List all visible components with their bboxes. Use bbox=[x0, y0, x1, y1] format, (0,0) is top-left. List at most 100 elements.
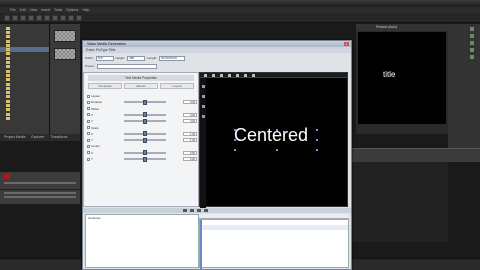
tab-explorer[interactable]: Explorer bbox=[31, 134, 44, 141]
pan-slider[interactable] bbox=[4, 196, 76, 198]
cut-icon[interactable] bbox=[44, 14, 50, 21]
tab-layout[interactable]: Layout bbox=[160, 83, 194, 89]
title-text-object[interactable]: Centered bbox=[234, 125, 308, 146]
prev-keyframe-icon[interactable] bbox=[190, 209, 194, 212]
title-editor-canvas[interactable]: Centered bbox=[199, 72, 348, 208]
tab-effects[interactable]: Effects bbox=[124, 83, 158, 89]
animate-checkbox[interactable] bbox=[87, 100, 90, 104]
tab-project-media[interactable]: Project Media bbox=[4, 134, 25, 141]
properties-icon[interactable] bbox=[28, 14, 34, 21]
audio-track-header[interactable] bbox=[0, 190, 80, 204]
tool-icon[interactable] bbox=[470, 27, 474, 31]
selection-handle[interactable] bbox=[276, 149, 278, 151]
tool-icon[interactable] bbox=[470, 48, 474, 52]
last-keyframe-icon[interactable] bbox=[204, 209, 208, 212]
animate-checkbox[interactable] bbox=[87, 126, 90, 129]
parameter-value[interactable]: 1.00 bbox=[183, 131, 197, 136]
keyframe-lane[interactable] bbox=[200, 225, 348, 230]
length-field[interactable]: 00:00:05;00 bbox=[159, 55, 186, 61]
selection-handle[interactable] bbox=[234, 139, 236, 141]
parameter-slider[interactable] bbox=[124, 112, 166, 118]
animate-checkbox[interactable] bbox=[87, 119, 90, 123]
zoom-icon[interactable] bbox=[228, 73, 231, 77]
animate-checkbox[interactable] bbox=[87, 107, 90, 111]
animate-checkbox[interactable] bbox=[87, 157, 90, 161]
folder-icon bbox=[6, 116, 10, 120]
next-keyframe-icon[interactable] bbox=[197, 209, 201, 212]
save-icon[interactable] bbox=[20, 14, 26, 21]
parameter-label: Center bbox=[91, 144, 101, 149]
preset-thumbnail[interactable] bbox=[54, 48, 76, 60]
close-button[interactable]: x bbox=[344, 42, 349, 46]
scale-icon[interactable] bbox=[201, 115, 205, 118]
parameter-slider[interactable] bbox=[124, 156, 166, 162]
safe-area-icon[interactable] bbox=[252, 73, 255, 77]
animate-checkbox[interactable] bbox=[87, 138, 90, 142]
timeline-ruler[interactable] bbox=[352, 148, 480, 162]
video-track-header[interactable] bbox=[0, 172, 80, 190]
width-field[interactable]: 720 bbox=[95, 55, 114, 61]
parameter-value[interactable]: 0.00 bbox=[183, 100, 197, 105]
copy-icon[interactable] bbox=[52, 14, 58, 21]
move-icon[interactable] bbox=[201, 95, 205, 98]
select-icon[interactable] bbox=[201, 85, 205, 88]
animate-checkbox[interactable] bbox=[87, 113, 90, 117]
new-icon[interactable] bbox=[4, 14, 10, 21]
volume-slider[interactable] bbox=[4, 192, 76, 194]
play-icon[interactable] bbox=[204, 73, 207, 77]
tool-icon[interactable] bbox=[470, 55, 474, 59]
grid-icon[interactable] bbox=[236, 73, 239, 77]
tool-icon[interactable] bbox=[470, 34, 474, 38]
timeline-tracks[interactable] bbox=[352, 162, 448, 242]
slider-knob[interactable] bbox=[143, 131, 147, 137]
preset-thumbnail[interactable] bbox=[54, 30, 76, 42]
parameter-slider[interactable] bbox=[124, 131, 166, 137]
parameter-value[interactable]: 0.00 bbox=[183, 150, 197, 155]
tab-templates[interactable]: Templates bbox=[88, 83, 122, 89]
parameter-slider[interactable] bbox=[124, 118, 166, 124]
render-icon[interactable] bbox=[36, 14, 42, 21]
slider-knob[interactable] bbox=[143, 112, 147, 118]
text-icon[interactable] bbox=[220, 73, 223, 77]
undo-icon[interactable] bbox=[68, 14, 74, 21]
paste-icon[interactable] bbox=[60, 14, 66, 21]
parameter-slider[interactable] bbox=[124, 137, 166, 143]
slider-knob[interactable] bbox=[143, 156, 147, 162]
selection-handle[interactable] bbox=[234, 129, 236, 131]
selection-handle[interactable] bbox=[316, 129, 318, 131]
parameter-value[interactable]: 0.00 bbox=[183, 119, 197, 124]
preset-dropdown[interactable] bbox=[96, 63, 157, 69]
fit-icon[interactable] bbox=[244, 73, 247, 77]
animate-checkbox[interactable] bbox=[87, 144, 90, 148]
slider-knob[interactable] bbox=[143, 150, 147, 156]
selection-handle[interactable] bbox=[316, 149, 318, 151]
selection-handle[interactable] bbox=[234, 149, 236, 151]
animate-checkbox[interactable] bbox=[87, 94, 90, 98]
height-field[interactable]: 480 bbox=[127, 55, 146, 61]
selection-handle[interactable] bbox=[316, 139, 318, 141]
parameter-value[interactable]: 0.00 bbox=[183, 157, 197, 161]
tool-icon[interactable] bbox=[470, 41, 474, 45]
level-slider[interactable] bbox=[4, 182, 76, 184]
stop-icon[interactable] bbox=[212, 73, 215, 77]
slider-knob[interactable] bbox=[143, 99, 147, 105]
first-keyframe-icon[interactable] bbox=[183, 209, 187, 212]
tree-item[interactable] bbox=[0, 116, 49, 120]
slider-knob[interactable] bbox=[143, 137, 147, 143]
keyframe-cursor[interactable] bbox=[200, 220, 202, 269]
redo-icon[interactable] bbox=[76, 14, 82, 21]
keyframe-timeline[interactable] bbox=[199, 219, 349, 269]
parameter-value[interactable]: 1.00 bbox=[183, 138, 197, 143]
parameter-value[interactable]: 0.00 bbox=[183, 112, 197, 117]
parameter-slider[interactable] bbox=[124, 99, 166, 105]
folder-icon bbox=[6, 56, 10, 60]
open-icon[interactable] bbox=[12, 14, 18, 21]
keyframe-track-label[interactable]: Centered bbox=[88, 216, 100, 220]
tab-transitions[interactable]: Transitions bbox=[50, 134, 67, 141]
animate-checkbox[interactable] bbox=[87, 151, 90, 155]
animate-checkbox[interactable] bbox=[87, 132, 90, 136]
slider-knob[interactable] bbox=[143, 118, 147, 124]
rotate-icon[interactable] bbox=[201, 105, 205, 108]
parameter-slider[interactable] bbox=[124, 150, 166, 156]
selection-handle[interactable] bbox=[276, 129, 278, 131]
